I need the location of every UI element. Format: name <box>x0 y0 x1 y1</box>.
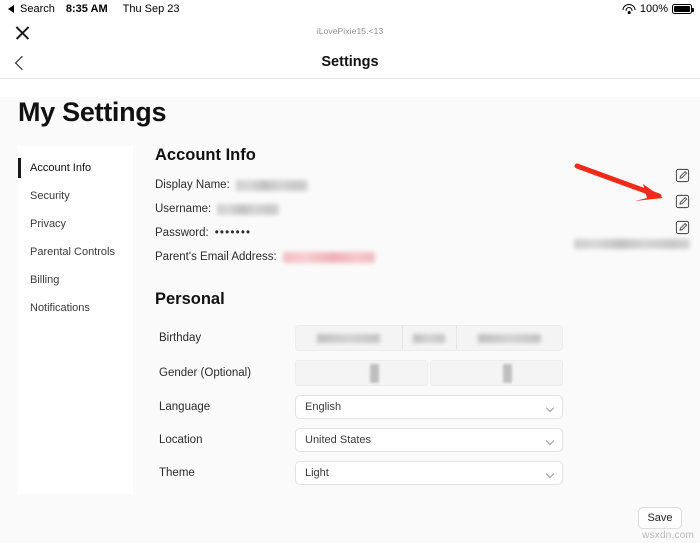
display-name-redacted-value <box>236 180 308 191</box>
nav-title: Settings <box>0 54 700 70</box>
status-bar-date: Thu Sep 23 <box>123 3 180 15</box>
sidebar-item-label: Privacy <box>30 218 66 230</box>
username-redacted-value <box>217 204 279 215</box>
sidebar-item-parental-controls[interactable]: Parental Controls <box>18 238 133 266</box>
theme-select[interactable]: Light <box>295 461 563 485</box>
status-bar-time: 8:35 AM <box>66 3 108 15</box>
personal-heading: Personal <box>155 290 682 309</box>
edit-pencil-icon[interactable] <box>675 220 690 235</box>
edit-pencil-icon[interactable] <box>675 194 690 209</box>
birthday-day-cell[interactable] <box>403 326 457 350</box>
settings-body: Account Info Security Privacy Parental C… <box>0 146 700 494</box>
gender-option-right[interactable] <box>430 360 563 386</box>
chevron-down-icon <box>546 437 554 445</box>
sidebar-item-label: Billing <box>30 274 59 286</box>
language-value: English <box>305 401 341 413</box>
sidebar-item-security[interactable]: Security <box>18 182 133 210</box>
status-bar-search-label[interactable]: Search <box>20 3 55 15</box>
watermark: wsxdn.com <box>642 530 694 541</box>
password-masked-value: ••••••• <box>215 227 252 239</box>
gender-row: Gender (Optional) <box>155 360 682 386</box>
nav-bar: Settings <box>0 47 700 79</box>
wifi-icon <box>623 4 636 14</box>
parent-email-redacted-value <box>283 252 375 263</box>
theme-label: Theme <box>155 467 295 479</box>
status-bar-left: Search 8:35 AM Thu Sep 23 <box>8 3 180 15</box>
username-row: Username: <box>155 202 682 216</box>
language-select[interactable]: English <box>295 395 563 419</box>
sheet-top-bar: iLovePixie15.<13 <box>0 18 700 47</box>
status-bar-right: 100% <box>623 0 692 18</box>
sheet-url-label: iLovePixie15.<13 <box>0 26 700 36</box>
location-row: Location United States <box>155 428 682 452</box>
save-button[interactable]: Save <box>638 507 682 529</box>
edit-icon-column <box>675 168 690 235</box>
gender-picker[interactable] <box>295 360 563 386</box>
ios-status-bar: Search 8:35 AM Thu Sep 23 100% <box>0 0 700 18</box>
sidebar-item-label: Security <box>30 190 70 202</box>
gender-option-left[interactable] <box>295 360 428 386</box>
sidebar-item-label: Account Info <box>30 162 91 174</box>
language-label: Language <box>155 401 295 413</box>
secondary-email-redacted-value <box>574 239 690 249</box>
parent-email-label: Parent's Email Address: <box>155 251 277 263</box>
sidebar-item-label: Notifications <box>30 302 90 314</box>
location-select[interactable]: United States <box>295 428 563 452</box>
birthday-row: Birthday <box>155 325 682 351</box>
birthday-year-cell[interactable] <box>457 326 563 350</box>
settings-content: Account Info Display Name: Username: Pas… <box>133 146 700 494</box>
sidebar-item-notifications[interactable]: Notifications <box>18 294 133 322</box>
chevron-down-icon <box>546 470 554 478</box>
username-label: Username: <box>155 203 211 215</box>
display-name-row: Display Name: <box>155 178 682 192</box>
theme-value: Light <box>305 467 329 479</box>
location-value: United States <box>305 434 371 446</box>
birthday-picker[interactable] <box>295 325 563 351</box>
secondary-email-redacted <box>568 236 690 254</box>
battery-percent-label: 100% <box>640 3 668 15</box>
password-label: Password: <box>155 227 209 239</box>
language-row: Language English <box>155 395 682 419</box>
chevron-down-icon <box>546 404 554 412</box>
sidebar-item-label: Parental Controls <box>30 246 115 258</box>
page-title: My Settings <box>18 97 700 128</box>
sidebar-item-account-info[interactable]: Account Info <box>18 154 133 182</box>
display-name-label: Display Name: <box>155 179 230 191</box>
location-label: Location <box>155 434 295 446</box>
battery-full-icon <box>672 4 692 14</box>
back-to-app-arrow-icon[interactable] <box>8 5 14 13</box>
sidebar-item-billing[interactable]: Billing <box>18 266 133 294</box>
theme-row: Theme Light <box>155 461 682 485</box>
settings-sidebar: Account Info Security Privacy Parental C… <box>18 146 133 494</box>
birthday-month-cell[interactable] <box>296 326 403 350</box>
gender-label: Gender (Optional) <box>155 367 295 379</box>
account-info-heading: Account Info <box>155 146 682 165</box>
settings-page: My Settings Account Info Security Privac… <box>0 97 700 543</box>
birthday-label: Birthday <box>155 332 295 344</box>
edit-pencil-icon[interactable] <box>675 168 690 183</box>
sidebar-item-privacy[interactable]: Privacy <box>18 210 133 238</box>
